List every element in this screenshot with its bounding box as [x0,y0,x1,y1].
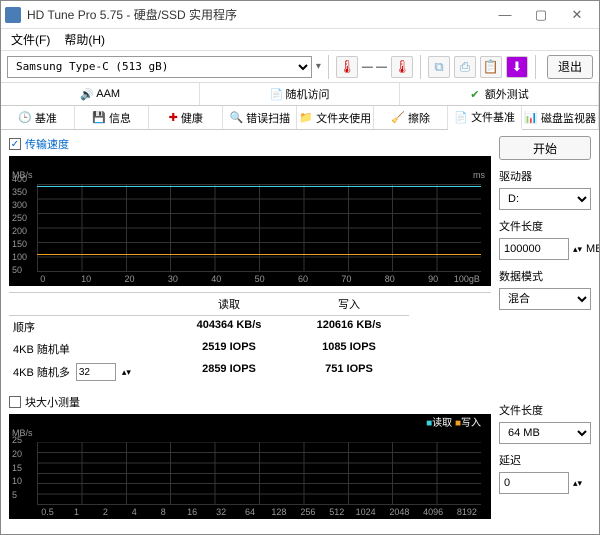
tab-disk-monitor[interactable]: 📊磁盘监视器 [522,106,599,129]
stepper-icon[interactable]: ▴▾ [573,244,582,255]
tab-file-benchmark[interactable]: 📄文件基准 [448,106,522,130]
drive-dropdown[interactable]: Samsung Type-C (513 gB) [7,56,312,78]
title-bar: HD Tune Pro 5.75 - 硬盘/SSD 实用程序 — ▢ ✕ [1,1,599,29]
menu-help[interactable]: 帮助(H) [60,29,109,50]
drive-letter-select[interactable]: D: [499,188,591,210]
transfer-rate-checkbox[interactable] [9,138,21,150]
folder-icon: 📁 [299,111,313,124]
options-icon[interactable]: ⬇ [506,56,528,78]
tab-extra-tests[interactable]: ✔额外测试 [400,83,599,105]
minimize-button[interactable]: — [487,3,523,27]
block-size-chart: ■读取 ■写入 MB/s 25 20 15 10 5 0.5 1 2 4 8 1… [9,414,491,519]
thermometer-icon[interactable]: 🌡 [336,56,358,78]
menu-bar: 文件(F) 帮助(H) [1,29,599,51]
file-length-label: 文件长度 [499,218,591,234]
benchmark-icon: 🕒 [18,111,32,124]
tab-error-scan[interactable]: 🔍错误扫描 [223,106,297,129]
transfer-rate-header: 传输速度 [9,136,491,152]
monitor-icon: 📊 [524,111,538,124]
menu-file[interactable]: 文件(F) [7,29,54,50]
results-table: 读取 写入 顺序 404364 KB/s 120616 KB/s 4KB 随机单… [9,292,491,384]
tab-erase[interactable]: 🧹擦除 [374,106,448,129]
block-size-checkbox[interactable] [9,396,21,408]
file-bench-icon: 📄 [454,111,468,124]
seq-read-value: 404364 KB/s [169,316,289,338]
tab-folder-usage[interactable]: 📁文件夹使用 [297,106,374,129]
app-icon [5,7,21,23]
chevron-down-icon[interactable]: ▾ [316,61,321,72]
info-icon: 💾 [92,111,106,124]
read-header: 读取 [169,293,289,316]
temperature-dash: — — [362,61,387,73]
random-icon: 📄 [269,88,281,100]
tabs-top: 🔊AAM 📄随机访问 ✔额外测试 [1,83,599,106]
start-button[interactable]: 开始 [499,136,591,160]
maximize-button[interactable]: ▢ [523,3,559,27]
tab-aam[interactable]: 🔊AAM [1,83,200,105]
block-file-length-select[interactable]: 64 MB [499,422,591,444]
seq-label: 顺序 [9,316,169,338]
delay-label: 延迟 [499,452,591,468]
save-icon[interactable]: 📋 [480,56,502,78]
file-length-input[interactable] [499,238,569,260]
r4k-single-label: 4KB 随机单 [9,338,169,360]
window-title: HD Tune Pro 5.75 - 硬盘/SSD 实用程序 [27,6,487,23]
seq-write-value: 120616 KB/s [289,316,409,338]
stepper-icon[interactable]: ▴▾ [573,478,582,489]
temperature-warn-icon[interactable]: 🌡 [391,56,413,78]
close-button[interactable]: ✕ [559,3,595,27]
stepper-icon[interactable]: ▴▾ [122,367,131,378]
block-size-header: 块大小测量 [9,394,491,410]
tab-info[interactable]: 💾信息 [75,106,149,129]
scan-icon: 🔍 [229,111,243,124]
queue-depth-input[interactable] [76,363,116,381]
tab-benchmark[interactable]: 🕒基准 [1,106,75,129]
r4k-single-read: 2519 IOPS [169,338,289,360]
data-mode-label: 数据模式 [499,268,591,284]
copy-icon[interactable]: ⧉ [428,56,450,78]
data-mode-select[interactable]: 混合 [499,288,591,310]
extra-icon: ✔ [469,88,481,100]
delay-input[interactable] [499,472,569,494]
exit-button[interactable]: 退出 [547,55,593,79]
transfer-rate-chart: MB/s ms 400 350 300 250 200 150 100 50 0… [9,156,491,286]
screenshot-icon[interactable]: ⎙ [454,56,476,78]
tab-health[interactable]: ✚健康 [149,106,223,129]
speaker-icon: 🔊 [80,88,92,100]
r4k-multi-label: 4KB 随机多 [13,364,70,380]
write-header: 写入 [289,293,409,316]
r4k-single-write: 1085 IOPS [289,338,409,360]
health-icon: ✚ [169,111,178,124]
erase-icon: 🧹 [391,111,405,124]
block-file-length-label: 文件长度 [499,402,591,418]
drive-label: 驱动器 [499,168,591,184]
r4k-multi-read: 2859 IOPS [169,360,289,384]
r4k-multi-write: 751 IOPS [289,360,409,384]
tabs-main: 🕒基准 💾信息 ✚健康 🔍错误扫描 📁文件夹使用 🧹擦除 📄文件基准 📊磁盘监视… [1,106,599,130]
toolbar: Samsung Type-C (513 gB) ▾ 🌡 — — 🌡 ⧉ ⎙ 📋 … [1,51,599,83]
tab-random-access[interactable]: 📄随机访问 [200,83,399,105]
